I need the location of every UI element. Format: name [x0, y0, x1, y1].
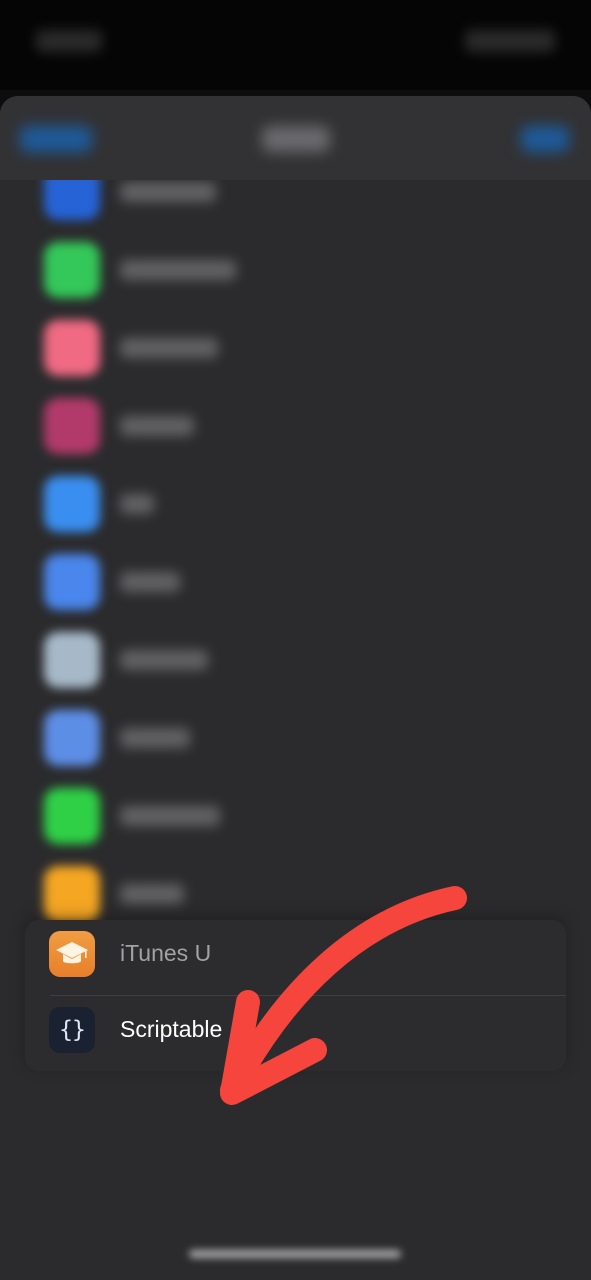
list-item-itunes-u[interactable]: iTunes U: [25, 920, 566, 995]
blurred-list-row: [0, 622, 591, 700]
curly-braces-icon: {}: [49, 1007, 95, 1053]
blurred-blue-app-icon: [44, 710, 100, 766]
sheet-navigation-bar: [0, 96, 591, 180]
blurred-app-list: [0, 180, 591, 1040]
blurred-list-row: [0, 466, 591, 544]
blurred-gray-app-icon: [44, 632, 100, 688]
list-item-scriptable[interactable]: {} Scriptable: [25, 996, 566, 1071]
blurred-app-label: [120, 260, 236, 280]
status-time-blurred: [36, 30, 102, 52]
blurred-list-row: [0, 700, 591, 778]
blurred-list-row: [0, 388, 591, 466]
blurred-app-label: [120, 884, 184, 904]
blurred-list-row: [0, 310, 591, 388]
blurred-list-row: [0, 778, 591, 856]
blurred-orange-app-icon: [44, 866, 100, 922]
nav-right-button-blurred[interactable]: [521, 126, 569, 152]
blurred-app-label: [120, 650, 208, 670]
blurred-app-label: [120, 338, 218, 358]
blurred-pink-app-icon: [44, 320, 100, 376]
blurred-list-row: [0, 544, 591, 622]
blurred-app-label: [120, 182, 216, 202]
blurred-app-label: [120, 494, 154, 514]
blurred-magenta-app-icon: [44, 398, 100, 454]
nav-left-button-blurred[interactable]: [20, 126, 92, 152]
app-picker-sheet: [0, 96, 591, 1280]
app-label-itunes-u: iTunes U: [120, 940, 212, 966]
nav-title-blurred: [262, 126, 330, 152]
blurred-green-app-icon: [44, 788, 100, 844]
blurred-green-app-icon: [44, 242, 100, 298]
app-label-scriptable: Scriptable: [120, 1016, 223, 1042]
app-list-card: iTunes U {} Scriptable: [25, 920, 566, 1071]
blurred-app-label: [120, 806, 220, 826]
blurred-blue-app-icon: [44, 554, 100, 610]
blurred-app-label: [120, 728, 190, 748]
blurred-list-row: [0, 180, 591, 232]
blurred-blue-app-icon: [44, 476, 100, 532]
graduation-cap-icon: [49, 931, 95, 977]
home-indicator: [189, 1250, 401, 1258]
blurred-app-label: [120, 572, 180, 592]
blurred-list-row: [0, 232, 591, 310]
blurred-app-label: [120, 416, 194, 436]
blurred-blue-app-icon: [44, 180, 100, 220]
status-bar: [0, 0, 591, 90]
status-icons-blurred: [465, 30, 555, 52]
